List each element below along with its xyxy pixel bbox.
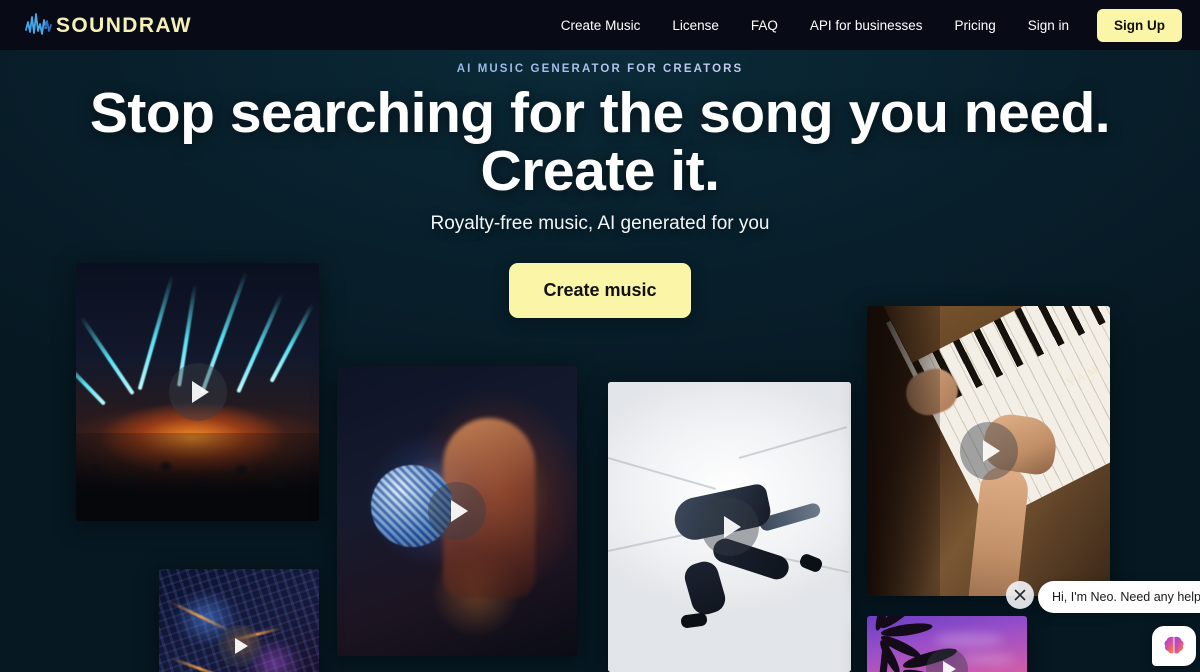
video-card-night-city[interactable] [159, 569, 319, 672]
dancer-leg [681, 558, 729, 618]
light-streak [168, 599, 233, 633]
nav-item-api[interactable]: API for businesses [794, 18, 939, 33]
headline-line-2: Create it. [480, 139, 720, 204]
sign-up-button[interactable]: Sign Up [1097, 8, 1182, 42]
nav-item-sign-in[interactable]: Sign in [1012, 18, 1085, 33]
main-navigation: Create Music License FAQ API for busines… [545, 8, 1182, 42]
play-icon[interactable] [428, 482, 486, 540]
page-title: Stop searching for the song you need. Cr… [0, 84, 1200, 200]
nav-item-license[interactable]: License [656, 18, 735, 33]
play-icon[interactable] [168, 363, 227, 421]
video-card-piano-hands[interactable]: YAM [867, 306, 1110, 596]
logo[interactable]: SOUNDRAW [24, 12, 192, 38]
light-beam [76, 358, 106, 406]
brain-avatar-icon[interactable] [1152, 626, 1196, 666]
site-header: SOUNDRAW Create Music License FAQ API fo… [0, 0, 1200, 50]
video-card-disco-ball-singer[interactable] [337, 366, 577, 656]
chat-message-bubble[interactable]: Hi, I'm Neo. Need any help? [1038, 581, 1200, 613]
cloud [934, 632, 1005, 647]
dancer-shoe [798, 552, 824, 574]
logo-text: SOUNDRAW [56, 13, 193, 37]
video-card-tropical-sunset[interactable] [867, 616, 1027, 672]
play-icon[interactable] [218, 624, 260, 667]
waveform-icon [24, 12, 54, 38]
close-icon[interactable] [1006, 581, 1034, 609]
create-music-button[interactable]: Create music [509, 263, 691, 318]
nav-item-create-music[interactable]: Create Music [545, 18, 657, 33]
play-icon[interactable] [700, 498, 759, 556]
hall-line [608, 457, 716, 490]
light-streak [169, 656, 228, 672]
hero-cta-container: Create music [0, 263, 1200, 318]
play-icon[interactable] [959, 422, 1018, 480]
hero-eyebrow: AI MUSIC GENERATOR FOR CREATORS [0, 63, 1200, 75]
nav-item-pricing[interactable]: Pricing [938, 18, 1011, 33]
video-card-breakdancer[interactable] [608, 382, 851, 672]
dancer-shoe [680, 612, 708, 629]
nav-item-faq[interactable]: FAQ [735, 18, 794, 33]
hall-line [739, 426, 847, 459]
crowd-silhouette [76, 433, 319, 521]
headline-line-1: Stop searching for the song you need. [89, 81, 1111, 145]
hero-section: AI MUSIC GENERATOR FOR CREATORS Stop sea… [0, 50, 1200, 672]
hero-subtitle: Royalty-free music, AI generated for you [430, 213, 770, 234]
piano-shadow [867, 306, 940, 596]
cloud [959, 654, 1016, 665]
